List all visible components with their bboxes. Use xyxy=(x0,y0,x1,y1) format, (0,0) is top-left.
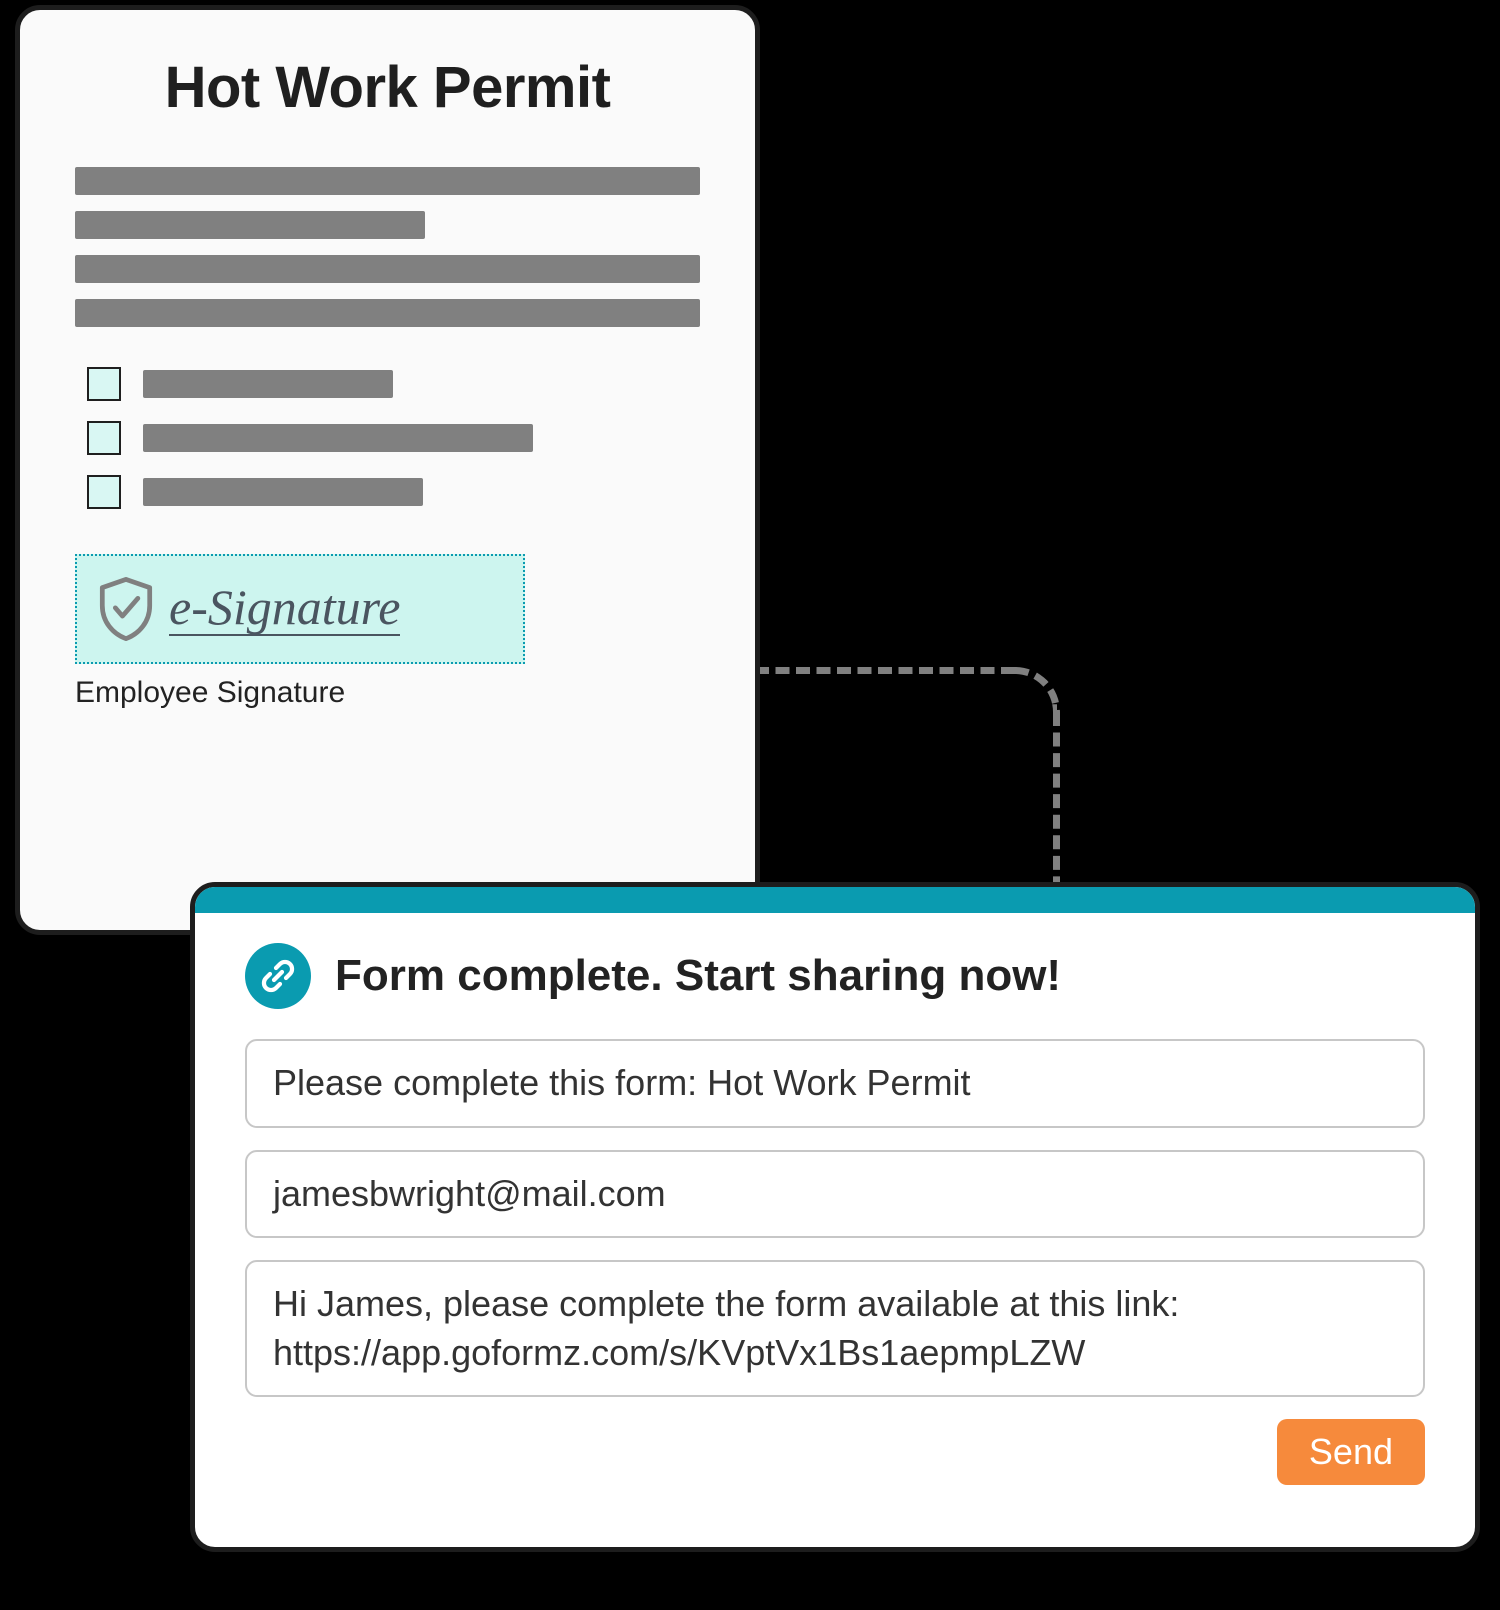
placeholder-line xyxy=(75,255,700,283)
placeholder-line xyxy=(143,478,423,506)
placeholder-line xyxy=(143,370,393,398)
checkbox[interactable] xyxy=(87,421,121,455)
send-button[interactable]: Send xyxy=(1277,1419,1425,1485)
checkbox[interactable] xyxy=(87,475,121,509)
checkbox[interactable] xyxy=(87,367,121,401)
shield-check-icon xyxy=(97,577,155,641)
dialog-title-bar xyxy=(195,887,1475,913)
signature-field[interactable]: e-Signature xyxy=(75,554,525,664)
subject-input[interactable]: Please complete this form: Hot Work Perm… xyxy=(245,1039,1425,1128)
placeholder-line xyxy=(75,299,700,327)
placeholder-line xyxy=(75,211,425,239)
signature-placeholder-text: e-Signature xyxy=(169,582,400,636)
share-dialog: Form complete. Start sharing now! Please… xyxy=(190,882,1480,1552)
placeholder-line xyxy=(143,424,533,452)
email-input[interactable]: jamesbwright@mail.com xyxy=(245,1150,1425,1239)
checklist-item xyxy=(87,421,700,455)
message-input[interactable]: Hi James, please complete the form avail… xyxy=(245,1260,1425,1397)
placeholder-line xyxy=(75,167,700,195)
form-body-placeholder xyxy=(75,167,700,327)
dialog-title: Form complete. Start sharing now! xyxy=(335,951,1061,1001)
signature-label: Employee Signature xyxy=(75,676,700,710)
form-title: Hot Work Permit xyxy=(75,55,700,122)
form-document-card: Hot Work Permit e-Signature Employee Sig… xyxy=(15,5,760,935)
dialog-header: Form complete. Start sharing now! xyxy=(245,943,1425,1009)
checklist-item xyxy=(87,367,700,401)
checklist xyxy=(87,367,700,509)
link-icon xyxy=(245,943,311,1009)
checklist-item xyxy=(87,475,700,509)
